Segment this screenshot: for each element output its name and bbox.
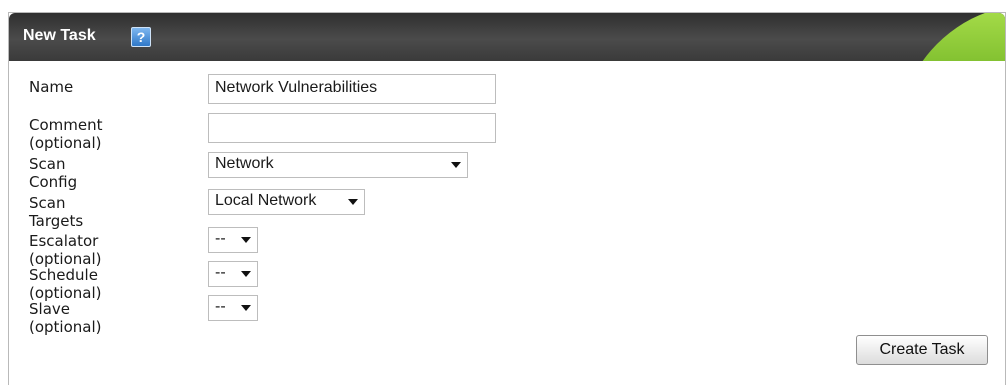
name-label: Name — [29, 78, 74, 96]
chevron-down-icon — [451, 162, 461, 168]
title-bar-accent — [904, 13, 1005, 61]
escalator-select[interactable]: -- — [208, 227, 258, 253]
slave-select[interactable]: -- — [208, 295, 258, 321]
create-task-button[interactable]: Create Task — [856, 335, 988, 365]
new-task-dialog: New Task ? Name Network Vulnerabilities … — [8, 12, 1006, 385]
name-input[interactable]: Network Vulnerabilities — [208, 74, 496, 104]
dialog-title-bar: New Task ? — [9, 13, 1005, 61]
scan-targets-label: Scan Targets — [29, 194, 84, 230]
comment-input[interactable] — [208, 113, 496, 143]
chevron-down-icon — [348, 199, 358, 205]
scan-targets-select[interactable]: Local Network — [208, 189, 365, 215]
slave-value: -- — [215, 298, 226, 315]
scan-targets-value: Local Network — [215, 192, 317, 209]
escalator-value: -- — [215, 230, 226, 247]
comment-label: Comment (optional) — [29, 116, 103, 152]
slave-label: Slave (optional) — [29, 300, 102, 336]
dialog-title: New Task — [23, 27, 96, 44]
escalator-label: Escalator (optional) — [29, 232, 102, 268]
schedule-select[interactable]: -- — [208, 261, 258, 287]
scan-config-label: Scan Config — [29, 155, 78, 191]
chevron-down-icon — [241, 237, 251, 243]
chevron-down-icon — [241, 305, 251, 311]
schedule-label: Schedule (optional) — [29, 266, 102, 302]
scan-config-value: Network — [215, 155, 274, 172]
help-icon[interactable]: ? — [131, 27, 151, 47]
chevron-down-icon — [241, 271, 251, 277]
schedule-value: -- — [215, 264, 226, 281]
scan-config-select[interactable]: Network — [208, 152, 468, 178]
